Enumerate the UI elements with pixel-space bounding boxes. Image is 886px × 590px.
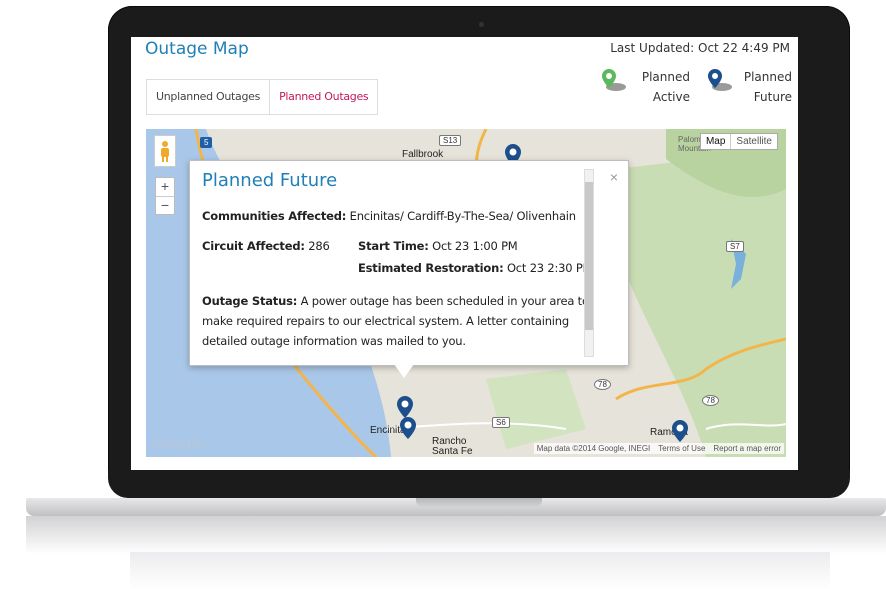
scrollbar-thumb[interactable] (585, 182, 593, 330)
route-shield-78: 78 (594, 379, 611, 390)
circuit-value: 286 (308, 239, 330, 253)
legend-future-line2: Future (753, 90, 792, 104)
legend-future-line1: Planned (743, 70, 792, 84)
outage-status-label: Outage Status: (202, 294, 298, 308)
blue-marker-icon (708, 69, 732, 91)
zoom-out-button[interactable]: − (156, 197, 174, 215)
zoom-control: + − (155, 177, 175, 215)
circuit-label: Circuit Affected: (202, 239, 305, 253)
info-window: Planned Future Communities Affected: Enc… (189, 160, 629, 366)
communities-label: Communities Affected: (202, 209, 347, 223)
laptop-shadow (26, 516, 886, 554)
map-attribution: Map data ©2014 Google, INEGI Terms of Us… (533, 443, 784, 454)
map-legend: Planned Active Planned Future (600, 67, 792, 107)
restoration-value: Oct 23 2:30 PM (506, 261, 593, 275)
legend-active-line1: Planned (641, 70, 690, 84)
map-label-rancho-santa-fe: Rancho Santa Fe (432, 436, 473, 457)
route-shield-s7: S7 (726, 241, 744, 252)
blue-marker-icon[interactable] (671, 419, 689, 443)
route-shield-s6: S6 (492, 417, 510, 428)
map-type-satellite-button[interactable]: Satellite (731, 134, 777, 149)
info-window-title: Planned Future (202, 170, 338, 191)
outage-status: Outage Status: A power outage has been s… (202, 291, 592, 351)
outage-map[interactable]: Fallbrook Palomar Mountain Encinitas Ran… (146, 129, 786, 457)
laptop-bezel-bottom (108, 470, 850, 498)
route-shield-5: 5 (200, 137, 213, 148)
last-updated-text: Last Updated: Oct 22 4:49 PM (610, 41, 790, 55)
legend-active-line2: Active (652, 90, 690, 104)
zoom-in-button[interactable]: + (156, 178, 174, 197)
blue-marker-icon[interactable] (399, 416, 417, 440)
communities-affected: Communities Affected: Encinitas/ Cardiff… (202, 209, 576, 223)
start-time: Start Time: Oct 23 1:00 PM (358, 239, 518, 253)
info-window-scrollbar[interactable] (584, 169, 594, 357)
laptop-notch (416, 498, 542, 508)
map-data-credit: Map data ©2014 Google, INEGI (536, 444, 651, 453)
close-icon[interactable]: × (610, 169, 618, 185)
map-label-fallbrook: Fallbrook (402, 149, 444, 160)
route-shield-s13: S13 (439, 135, 462, 146)
legend-planned-active: Planned Active (600, 67, 690, 107)
laptop-shadow-lower (130, 552, 830, 590)
camera-icon (479, 22, 484, 27)
terms-of-use-link[interactable]: Terms of Use (658, 444, 705, 453)
restoration-label: Estimated Restoration: (358, 261, 504, 275)
start-time-value: Oct 23 1:00 PM (432, 239, 518, 253)
circuit-affected: Circuit Affected: 286 (202, 239, 330, 253)
tab-unplanned-outages[interactable]: Unplanned Outages (147, 80, 269, 114)
estimated-restoration: Estimated Restoration: Oct 23 2:30 PM (358, 261, 593, 275)
map-type-map-button[interactable]: Map (701, 134, 732, 149)
tab-planned-outages[interactable]: Planned Outages (269, 80, 378, 114)
info-window-pointer (394, 364, 414, 378)
map-type-control: Map Satellite (699, 133, 778, 150)
route-shield-78-east: 78 (702, 395, 719, 406)
report-map-error-link[interactable]: Report a map error (713, 444, 781, 453)
street-view-pegman[interactable] (154, 135, 176, 167)
start-time-label: Start Time: (358, 239, 429, 253)
communities-value: Encinitas/ Cardiff-By-The-Sea/ Olivenhai… (349, 209, 576, 223)
green-marker-icon (602, 69, 626, 91)
pegman-icon (161, 141, 169, 162)
outage-tabs: Unplanned Outages Planned Outages (146, 79, 379, 115)
page-title: Outage Map (145, 39, 249, 59)
google-logo: Google (152, 434, 206, 452)
screen: Outage Map Last Updated: Oct 22 4:49 PM … (131, 37, 798, 470)
legend-planned-future: Planned Future (706, 67, 792, 107)
